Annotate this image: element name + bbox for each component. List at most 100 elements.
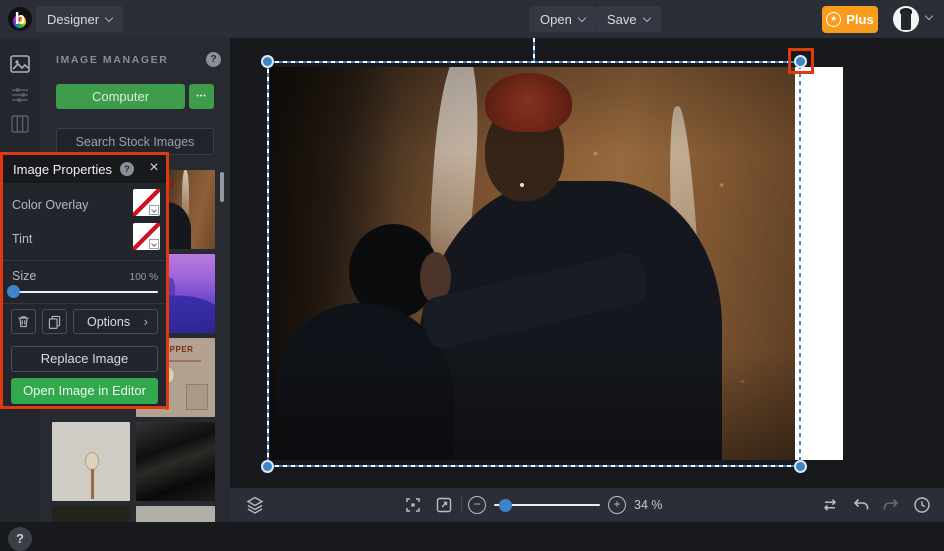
chevron-down-icon <box>151 206 157 213</box>
thumb-spoon-stem <box>91 469 94 500</box>
open-menu-button[interactable]: Open <box>529 6 596 32</box>
zoom-in-button[interactable]: + <box>608 496 626 514</box>
divider <box>461 497 462 513</box>
thumbnail-light-gray[interactable] <box>136 506 215 522</box>
thumbnail-scrollbar[interactable] <box>220 172 224 202</box>
layouts-tab[interactable] <box>8 112 32 136</box>
color-overlay-label: Color Overlay <box>12 198 89 212</box>
swatch-dropdown[interactable] <box>149 239 159 249</box>
zoom-slider-thumb[interactable] <box>499 499 512 512</box>
resize-handle-bottom-left[interactable] <box>261 460 274 473</box>
upload-sources-more-button[interactable]: ••• <box>189 84 214 109</box>
top-bar: b Designer Open Save ★ Plus <box>0 0 944 38</box>
close-icon: × <box>149 159 159 176</box>
chevron-down-icon <box>151 240 157 247</box>
red-annotation-box <box>788 48 814 74</box>
redo-icon <box>883 498 899 510</box>
layers-icon <box>246 496 264 514</box>
layers-button[interactable] <box>245 495 265 515</box>
resize-handle-bottom-right[interactable] <box>794 460 807 473</box>
redo-button[interactable] <box>881 495 901 515</box>
delete-image-button[interactable] <box>11 309 36 334</box>
more-dots-icon: ••• <box>196 93 207 100</box>
open-image-in-editor-button[interactable]: Open Image in Editor <box>11 378 158 404</box>
open-external-icon <box>436 497 452 513</box>
open-menu-label: Open <box>540 11 572 27</box>
selection-border-right[interactable] <box>799 61 801 467</box>
question-icon: ? <box>16 531 24 546</box>
divider <box>3 260 166 261</box>
adjustments-tab[interactable] <box>8 82 32 106</box>
zoom-percentage: 34 % <box>634 498 663 512</box>
columns-icon <box>11 115 29 133</box>
photo-women-hugging[interactable] <box>270 67 795 460</box>
thumbnail-dark-dunes[interactable] <box>136 422 215 501</box>
photo-vignette <box>270 67 795 460</box>
thumb-spoon-head <box>84 452 99 471</box>
selection-border-bottom[interactable] <box>267 465 801 467</box>
canvas-workspace[interactable] <box>230 38 944 488</box>
computer-upload-button[interactable]: Computer <box>56 84 185 109</box>
chevron-down-icon <box>642 13 651 22</box>
history-clock-icon <box>914 497 930 513</box>
close-panel-button[interactable]: × <box>145 159 163 177</box>
size-slider-thumb[interactable] <box>7 285 20 298</box>
image-manager-title: IMAGE MANAGER <box>56 54 169 66</box>
divider <box>3 303 166 304</box>
account-avatar[interactable] <box>893 6 919 32</box>
save-menu-button[interactable]: Save <box>596 6 661 32</box>
image-properties-title: Image Properties <box>13 161 112 177</box>
minus-icon: − <box>473 497 481 511</box>
design-page <box>270 67 843 460</box>
tint-swatch[interactable] <box>133 223 160 250</box>
selection-border-left[interactable] <box>267 61 269 467</box>
history-button[interactable] <box>912 495 932 515</box>
avatar-figure <box>901 10 911 30</box>
options-button[interactable]: Options › <box>73 309 158 334</box>
image-properties-header: Image Properties <box>3 155 166 183</box>
color-overlay-swatch[interactable] <box>133 189 160 216</box>
rotate-handle-stem <box>533 38 535 61</box>
fit-screen-icon <box>406 498 420 512</box>
designer-menu-button[interactable]: Designer <box>36 6 124 32</box>
tint-label: Tint <box>12 232 33 246</box>
logo-letter: b <box>14 9 26 28</box>
help-button[interactable]: ? <box>8 527 32 551</box>
swap-arrows-icon <box>823 499 837 511</box>
thumbnail-spoon-gray[interactable] <box>52 422 130 501</box>
sliders-icon <box>12 88 28 102</box>
undo-button[interactable] <box>851 495 871 515</box>
star-icon: ★ <box>826 12 842 27</box>
duplicate-icon <box>48 315 61 329</box>
image-properties-help-button[interactable]: ? <box>120 162 134 176</box>
size-slider-track[interactable] <box>11 291 158 293</box>
replace-image-button[interactable]: Replace Image <box>11 346 158 372</box>
bottom-toolbar: − + 34 % <box>230 488 944 522</box>
size-value: 100 % <box>129 272 158 283</box>
thumbnail-dark-grass[interactable] <box>52 506 130 522</box>
account-chevron-down-icon[interactable] <box>924 11 934 21</box>
befunky-logo[interactable]: b <box>8 7 32 31</box>
size-label: Size <box>12 269 37 283</box>
options-label: Options <box>87 314 131 329</box>
save-menu-label: Save <box>607 11 637 27</box>
chevron-down-icon <box>104 13 114 22</box>
image-manager-tab[interactable] <box>8 52 32 76</box>
selection-border-top[interactable] <box>267 61 801 63</box>
swatch-dropdown[interactable] <box>149 205 159 215</box>
duplicate-image-button[interactable] <box>42 309 67 334</box>
question-icon: ? <box>210 54 217 65</box>
fit-to-screen-button[interactable] <box>403 495 423 515</box>
image-properties-panel: Image Properties ? × Color Overlay Tint … <box>0 152 169 409</box>
resize-handle-top-left[interactable] <box>261 55 274 68</box>
chevron-down-icon <box>577 13 587 22</box>
trash-icon <box>18 316 29 328</box>
thumb-card <box>186 384 208 410</box>
image-manager-help-button[interactable]: ? <box>206 52 221 67</box>
plus-icon: + <box>613 497 621 511</box>
switch-template-button[interactable] <box>820 495 840 515</box>
zoom-out-button[interactable]: − <box>468 496 486 514</box>
plus-upgrade-button[interactable]: ★ Plus <box>822 6 878 33</box>
resize-canvas-button[interactable] <box>434 495 454 515</box>
stock-image-search-input[interactable] <box>56 128 214 155</box>
